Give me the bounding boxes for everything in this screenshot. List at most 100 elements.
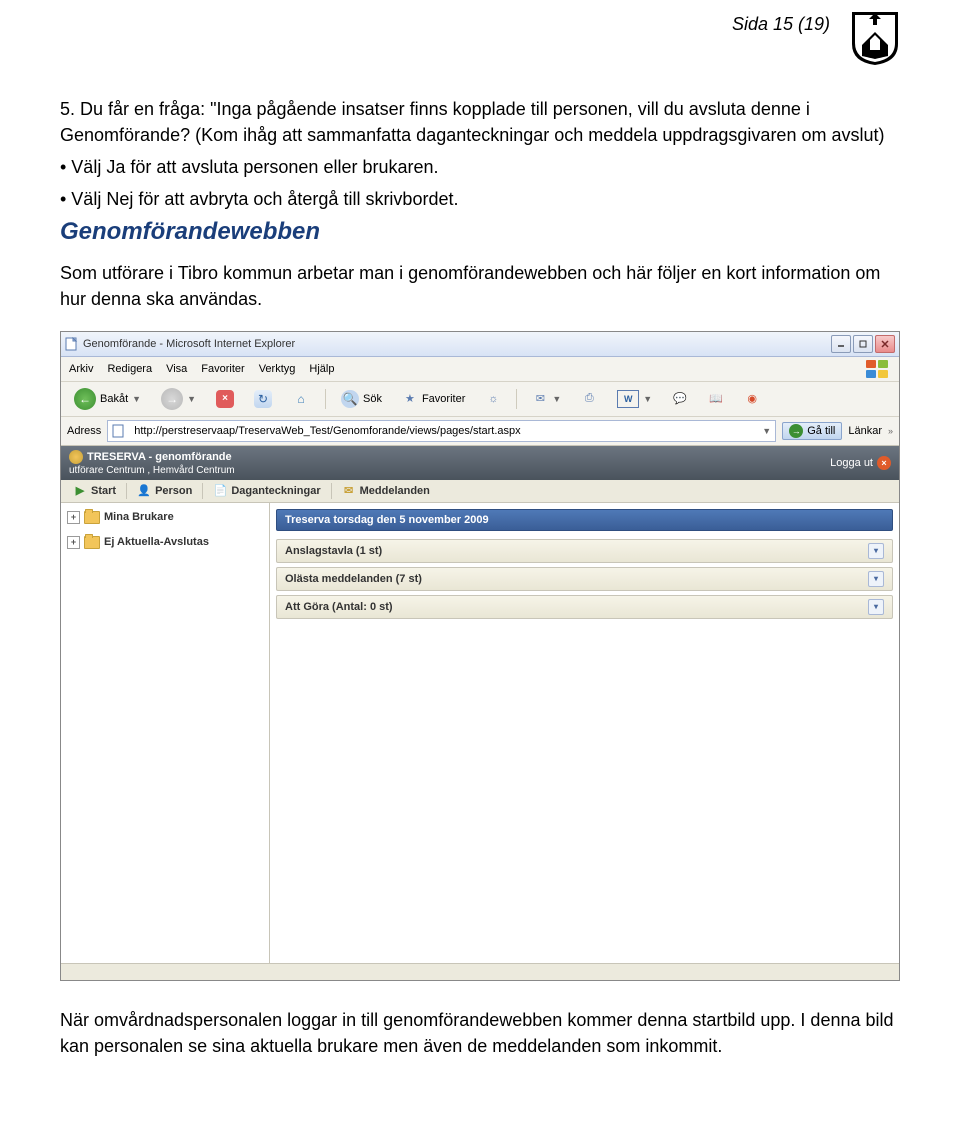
intro-paragraph: Som utförare i Tibro kommun arbetar man …: [60, 260, 900, 312]
home-icon: ⌂: [292, 390, 310, 408]
expand-down-icon[interactable]: ▾: [868, 571, 884, 587]
panel-olasta-meddelanden[interactable]: Olästa meddelanden (7 st) ▾: [276, 567, 893, 591]
separator: [516, 389, 517, 409]
tab-daganteckningar[interactable]: 📄 Daganteckningar: [207, 482, 326, 500]
search-label: Sök: [363, 393, 382, 405]
media-icon: ☼: [485, 391, 501, 407]
separator: [202, 483, 203, 499]
chevron-right-icon[interactable]: »: [888, 426, 893, 436]
media-button[interactable]: ☼: [478, 388, 508, 410]
go-arrow-icon: →: [789, 424, 803, 438]
favorites-button[interactable]: ★ Favoriter: [395, 388, 472, 410]
person-icon: 👤: [137, 484, 151, 498]
notes-icon: 📄: [213, 484, 227, 498]
menu-arkiv[interactable]: Arkiv: [69, 363, 93, 375]
messages-icon: ✉: [342, 484, 356, 498]
window-titlebar: Genomförande - Microsoft Internet Explor…: [61, 332, 899, 357]
home-button[interactable]: ⌂: [285, 387, 317, 411]
app-tabbar: ▶ Start 👤 Person 📄 Daganteckningar ✉ Med…: [61, 480, 899, 503]
stop-button[interactable]: ×: [209, 387, 241, 411]
intro-bullet-1: • Välj Ja för att avsluta personen eller…: [60, 154, 900, 180]
folder-icon: [84, 511, 100, 524]
research-icon: 📖: [708, 391, 724, 407]
chevron-down-icon[interactable]: ▼: [762, 426, 771, 436]
window-maximize-button[interactable]: [853, 335, 873, 353]
research-button[interactable]: 📖: [701, 388, 731, 410]
edit-button[interactable]: W▼: [610, 387, 659, 411]
logout-label: Logga ut: [830, 457, 873, 469]
app-title: TRESERVA - genomförande: [87, 451, 232, 463]
logout-button[interactable]: Logga ut ×: [830, 456, 891, 470]
expand-down-icon[interactable]: ▾: [868, 599, 884, 615]
address-label: Adress: [67, 425, 101, 437]
date-banner: Treserva torsdag den 5 november 2009: [276, 509, 893, 531]
panel-att-gora[interactable]: Att Göra (Antal: 0 st) ▾: [276, 595, 893, 619]
forward-button[interactable]: → ▼: [154, 385, 203, 413]
links-label[interactable]: Länkar: [848, 425, 882, 437]
search-icon: 🔍: [341, 390, 359, 408]
tab-start[interactable]: ▶ Start: [67, 482, 122, 500]
municipality-crest-icon: [850, 10, 900, 66]
mail-button[interactable]: ✉▼: [525, 388, 568, 410]
panel-row-label: Olästa meddelanden (7 st): [285, 573, 422, 585]
back-label: Bakåt: [100, 393, 128, 405]
app-body: + Mina Brukare + Ej Aktuella-Avslutas Tr…: [61, 503, 899, 963]
tab-label: Person: [155, 485, 192, 497]
menu-hjalp[interactable]: Hjälp: [309, 363, 334, 375]
section-heading: Genomförandewebben: [60, 218, 900, 246]
window-close-button[interactable]: [875, 335, 895, 353]
status-bar: [61, 963, 899, 980]
discuss-button[interactable]: 💬: [665, 388, 695, 410]
chevron-down-icon: ▼: [187, 394, 196, 404]
url-text: http://perstreservaap/TreservaWeb_Test/G…: [134, 425, 520, 437]
panel-row-label: Anslagstavla (1 st): [285, 545, 382, 557]
search-button[interactable]: 🔍 Sök: [334, 387, 389, 411]
tab-label: Meddelanden: [360, 485, 430, 497]
expand-down-icon[interactable]: ▾: [868, 543, 884, 559]
go-label: Gå till: [807, 425, 835, 437]
window-title: Genomförande - Microsoft Internet Explor…: [83, 338, 831, 350]
chevron-down-icon: ▼: [132, 394, 141, 404]
print-button[interactable]: ⎙: [574, 388, 604, 410]
sidebar-item-mina-brukare[interactable]: + Mina Brukare: [65, 509, 265, 526]
separator: [325, 389, 326, 409]
start-icon: ▶: [73, 484, 87, 498]
window-minimize-button[interactable]: [831, 335, 851, 353]
address-input[interactable]: http://perstreservaap/TreservaWeb_Test/G…: [107, 420, 776, 442]
menu-favoriter[interactable]: Favoriter: [201, 363, 244, 375]
sidebar-item-label: Ej Aktuella-Avslutas: [104, 536, 209, 548]
forward-arrow-icon: →: [161, 388, 183, 410]
panel-anslagstavla[interactable]: Anslagstavla (1 st) ▾: [276, 539, 893, 563]
print-icon: ⎙: [581, 391, 597, 407]
refresh-icon: ↻: [254, 390, 272, 408]
refresh-button[interactable]: ↻: [247, 387, 279, 411]
menu-verktyg[interactable]: Verktyg: [259, 363, 296, 375]
menu-redigera[interactable]: Redigera: [107, 363, 152, 375]
discuss-icon: 💬: [672, 391, 688, 407]
tab-meddelanden[interactable]: ✉ Meddelanden: [336, 482, 436, 500]
back-button[interactable]: ← Bakåt ▼: [67, 385, 148, 413]
browser-toolbar: ← Bakåt ▼ → ▼ × ↻ ⌂ 🔍 Sök ★ Favoriter ☼ …: [61, 382, 899, 417]
page-number: Sida 15 (19): [732, 14, 830, 35]
intro-bullet-2: • Välj Nej för att avbryta och återgå ti…: [60, 186, 900, 212]
tree-expand-icon[interactable]: +: [67, 511, 80, 524]
messenger-button[interactable]: ◉: [737, 388, 767, 410]
word-icon: W: [617, 390, 639, 408]
sidebar-item-label: Mina Brukare: [104, 511, 174, 523]
main-panel: Treserva torsdag den 5 november 2009 Ans…: [270, 503, 899, 963]
outro-paragraph: När omvårdnadspersonalen loggar in till …: [60, 1007, 900, 1059]
separator: [126, 483, 127, 499]
app-logo-icon: [69, 450, 83, 464]
folder-icon: [84, 536, 100, 549]
panel-row-label: Att Göra (Antal: 0 st): [285, 601, 393, 613]
tree-expand-icon[interactable]: +: [67, 536, 80, 549]
sidebar-item-ej-aktuella[interactable]: + Ej Aktuella-Avslutas: [65, 534, 265, 551]
tab-label: Daganteckningar: [231, 485, 320, 497]
sidebar: + Mina Brukare + Ej Aktuella-Avslutas: [61, 503, 270, 963]
separator: [331, 483, 332, 499]
tab-person[interactable]: 👤 Person: [131, 482, 198, 500]
messenger-icon: ◉: [744, 391, 760, 407]
menu-visa[interactable]: Visa: [166, 363, 187, 375]
menu-bar: Arkiv Redigera Visa Favoriter Verktyg Hj…: [61, 357, 899, 382]
go-button[interactable]: → Gå till: [782, 422, 842, 440]
